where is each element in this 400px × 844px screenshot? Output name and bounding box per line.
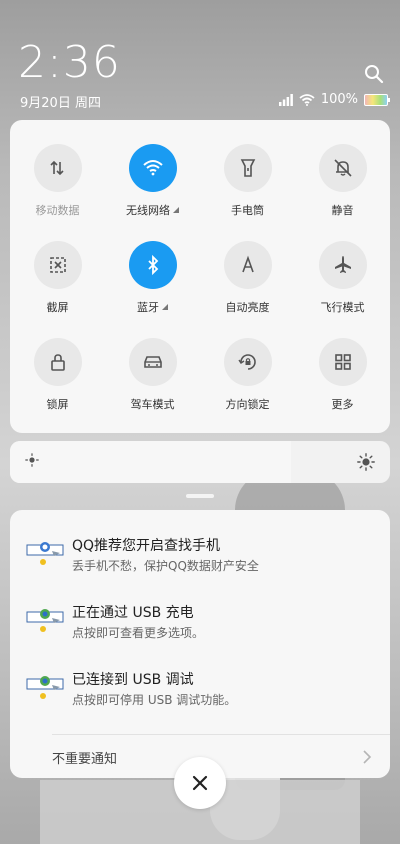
quick-tile-toggle[interactable] [223, 338, 272, 386]
clear-all-button[interactable] [174, 757, 226, 809]
quick-tile-label: 飞行模式 [321, 299, 365, 315]
quick-tile-toggle[interactable] [318, 144, 367, 192]
quick-tile-label-text: 蓝牙 [137, 301, 159, 314]
notification-subtitle: 丢手机不愁，保护QQ数据财产安全 [72, 559, 259, 573]
quick-tile-label: 手电筒 [231, 202, 264, 218]
quick-settings-grid: 移动数据 无线网络 手电筒 静音截屏 蓝牙 自动亮度 飞行模式锁屏 驾车模式 方向锁定 更多 [10, 144, 390, 435]
quick-tile-toggle[interactable] [223, 241, 272, 289]
quick-tile-toggle[interactable] [128, 241, 177, 289]
quick-tile[interactable]: 自动亮度 [200, 241, 295, 338]
quick-tile-label: 更多 [332, 396, 354, 412]
qq-app-icon [26, 542, 64, 565]
quick-tile-label: 截屏 [47, 299, 69, 315]
grid-icon [334, 354, 351, 370]
quick-tile[interactable]: 飞行模式 [295, 241, 390, 338]
quick-tile[interactable]: 驾车模式 [105, 338, 200, 435]
status-header: 2:36 9月20日 周四 100% [0, 0, 400, 115]
wifi-icon [142, 160, 163, 176]
quick-tile[interactable]: 方向锁定 [200, 338, 295, 435]
clock-time: 2:36 [18, 37, 121, 88]
notifications-panel: QQ推荐您开启查找手机 丢手机不愁，保护QQ数据财产安全 正在通过 USB 充电… [10, 510, 390, 778]
quick-tile-toggle[interactable] [223, 144, 272, 192]
quick-tile[interactable]: 锁屏 [10, 338, 105, 435]
quick-tile-label-text: 移动数据 [35, 204, 80, 217]
quick-tile-label-text: 自动亮度 [225, 301, 270, 314]
notification-title: 正在通过 USB 充电 [72, 605, 194, 621]
quick-tile-label-text: 方向锁定 [225, 398, 270, 411]
chevron-right-icon[interactable] [362, 750, 372, 764]
notification-subtitle: 点按即可停用 USB 调试功能。 [72, 693, 237, 707]
battery-icon [364, 93, 390, 106]
quick-tile-toggle[interactable] [318, 338, 367, 386]
notification-item[interactable]: 正在通过 USB 充电 点按即可查看更多选项。 [10, 602, 390, 652]
flashlight-icon [240, 159, 255, 177]
quick-tile-toggle[interactable] [128, 144, 177, 192]
quick-settings-panel: 移动数据 无线网络 手电筒 静音截屏 蓝牙 自动亮度 飞行模式锁屏 驾车模式 方向锁定 更多 [10, 120, 390, 433]
quick-tile-label-text: 截屏 [46, 301, 69, 314]
quick-tile[interactable]: 移动数据 [10, 144, 105, 241]
quick-tile-label: 驾车模式 [131, 396, 175, 412]
system-indicators: 100% [278, 92, 390, 107]
quick-tile-label: 自动亮度 [226, 299, 270, 315]
android-system-icon [26, 609, 64, 632]
quick-tile-label: 蓝牙 [137, 299, 168, 315]
quick-tile-label: 无线网络 [126, 202, 179, 218]
brightness-level-fill [10, 441, 292, 483]
quick-tile-toggle[interactable] [318, 241, 367, 289]
quick-tile[interactable]: 截屏 [10, 241, 105, 338]
quick-tile-toggle[interactable] [33, 241, 82, 289]
quick-tile-label: 锁屏 [47, 396, 69, 412]
quick-tile[interactable]: 蓝牙 [105, 241, 200, 338]
wifi-status-icon [299, 93, 315, 106]
quick-tile[interactable]: 无线网络 [105, 144, 200, 241]
quick-tile-label-text: 锁屏 [46, 398, 69, 411]
close-icon [192, 775, 208, 791]
notification-item[interactable]: QQ推荐您开启查找手机 丢手机不愁，保护QQ数据财产安全 [10, 535, 390, 585]
car-icon [143, 356, 162, 368]
brightness-slider[interactable] [10, 441, 390, 483]
unimportant-notifications-link[interactable]: 不重要通知 [52, 748, 117, 767]
rotation-lock-icon [237, 354, 256, 370]
battery-percent: 100% [320, 92, 358, 107]
brightness-low-icon [25, 453, 39, 467]
auto-brightness-icon [241, 255, 254, 273]
notification-item[interactable]: 已连接到 USB 调试 点按即可停用 USB 调试功能。 [10, 669, 390, 719]
notification-title: QQ推荐您开启查找手机 [72, 538, 221, 554]
quick-tile[interactable]: 手电筒 [200, 144, 295, 241]
quick-tile-label-text: 更多 [331, 398, 354, 411]
android-system-icon [26, 676, 64, 699]
mobile-data-icon [49, 160, 64, 176]
notification-subtitle: 点按即可查看更多选项。 [72, 626, 205, 640]
quick-tile[interactable]: 静音 [295, 144, 390, 241]
notification-title: 已连接到 USB 调试 [72, 672, 194, 688]
signal-icon [278, 93, 293, 106]
expand-indicator-icon [173, 207, 179, 213]
drag-handle[interactable] [186, 494, 214, 498]
brightness-high-icon [357, 453, 375, 471]
quick-tile-label: 方向锁定 [226, 396, 270, 412]
quick-tile-label-text: 驾车模式 [130, 398, 175, 411]
divider [52, 734, 390, 735]
airplane-icon [334, 256, 351, 273]
quick-tile-label-text: 无线网络 [126, 204, 170, 217]
quick-tile-toggle[interactable] [33, 144, 82, 192]
quick-tile-label-text: 飞行模式 [320, 301, 365, 314]
quick-tile-label: 移动数据 [36, 202, 80, 218]
bluetooth-icon [147, 254, 158, 276]
quick-tile[interactable]: 更多 [295, 338, 390, 435]
quick-tile-label: 静音 [332, 202, 354, 218]
quick-tile-label-text: 静音 [331, 204, 354, 217]
quick-tile-toggle[interactable] [128, 338, 177, 386]
mute-bell-icon [333, 159, 352, 177]
expand-indicator-icon [162, 304, 168, 310]
search-icon[interactable] [364, 64, 384, 84]
clock-date: 9月20日 周四 [20, 96, 101, 111]
quick-tile-label-text: 手电筒 [231, 204, 264, 217]
screenshot-icon [49, 257, 66, 273]
quick-tile-toggle[interactable] [33, 338, 82, 386]
lock-icon [50, 354, 65, 371]
